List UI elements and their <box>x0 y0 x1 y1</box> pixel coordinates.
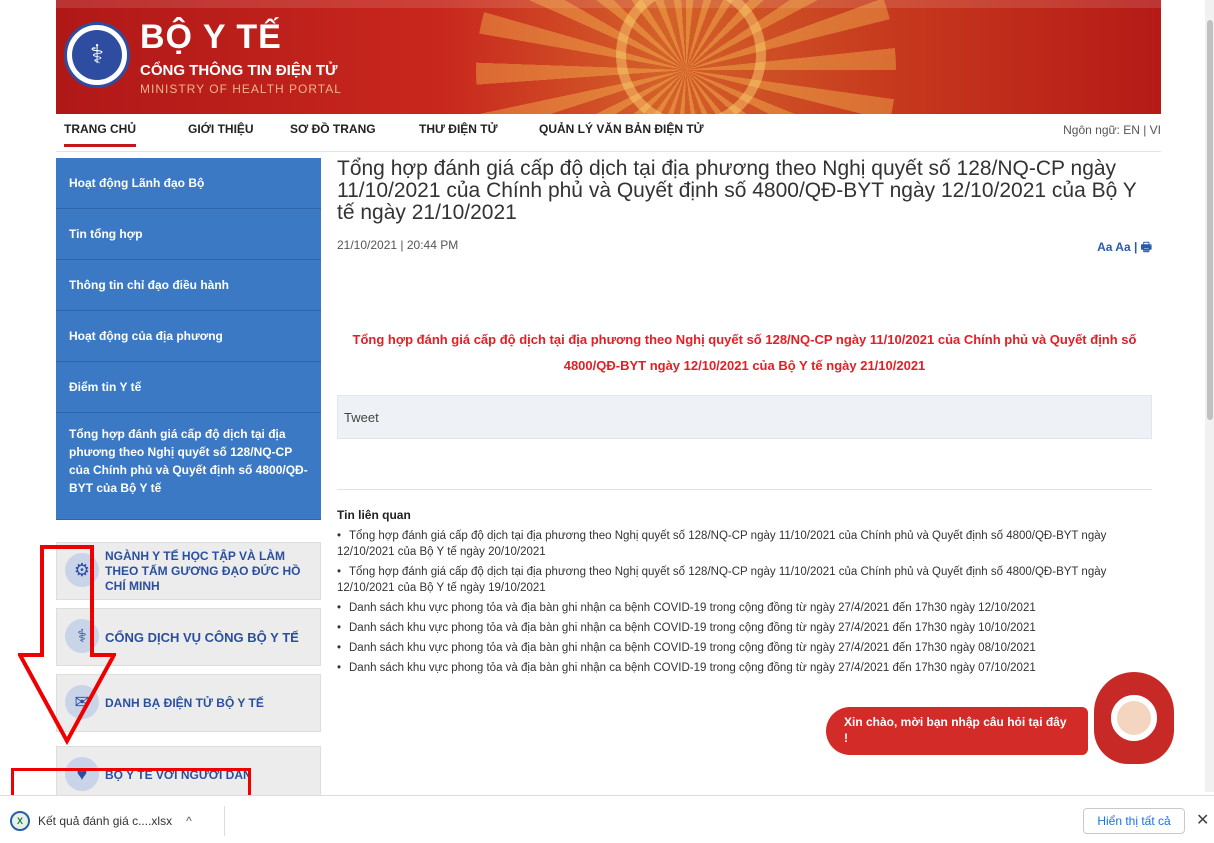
article-lead: Tổng hợp đánh giá cấp độ dịch tại địa ph… <box>352 332 1137 373</box>
related-item[interactable]: • Danh sách khu vực phong tỏa và địa bàn … <box>337 660 1152 676</box>
chat-prompt-bubble[interactable]: Xin chào, mời bạn nhập câu hỏi tại đây ! <box>826 707 1088 755</box>
sidebar-item-directives[interactable]: Thông tin chỉ đạo điều hành <box>56 260 321 311</box>
drum-ring-decoration <box>616 0 766 114</box>
caduceus-icon: ⚕ <box>72 30 122 80</box>
header-banner[interactable]: ⚕ BỘ Y TẾ CỔNG THÔNG TIN ĐIỆN TỬ MINISTR… <box>56 0 1161 114</box>
nav-about[interactable]: GIỚI THIỆU <box>188 122 254 136</box>
sidebar-item-epidemic-assessment[interactable]: Tổng hợp đánh giá cấp độ dịch tại địa ph… <box>56 413 321 520</box>
site-english-name: MINISTRY OF HEALTH PORTAL <box>140 82 342 96</box>
close-icon[interactable]: ✕ <box>1196 810 1209 830</box>
related-item[interactable]: • Danh sách khu vực phong tỏa và địa bàn … <box>337 620 1152 636</box>
sidebar-item-local-activities[interactable]: Hoạt động của địa phương <box>56 311 321 362</box>
download-item[interactable]: X Kết quả đánh giá c....xlsx ^ <box>10 806 225 836</box>
site-title: BỘ Y TẾ <box>140 18 282 56</box>
tweet-button[interactable]: Tweet <box>344 410 379 425</box>
banner-label: NGÀNH Y TẾ HỌC TẬP VÀ LÀM THEO TẤM GƯƠNG… <box>105 548 301 593</box>
related-item[interactable]: • Danh sách khu vực phong tỏa và địa bàn … <box>337 600 1152 616</box>
related-heading: Tin liên quan <box>337 508 411 522</box>
doctor-avatar-icon <box>1111 695 1157 741</box>
language-switcher[interactable]: Ngôn ngữ: EN | VI <box>1063 123 1161 137</box>
excel-file-icon: X <box>10 811 30 831</box>
divider <box>337 489 1152 490</box>
sidebar-menu: Hoạt động Lãnh đạo Bộ Tin tổng hợp Thông… <box>56 158 321 520</box>
nav-email[interactable]: THƯ ĐIỆN TỬ <box>419 122 498 136</box>
chat-assistant-avatar[interactable] <box>1094 672 1174 764</box>
site-subtitle: CỔNG THÔNG TIN ĐIỆN TỬ <box>140 62 338 79</box>
article-tools: Aa Aa | 🖶 <box>1097 238 1152 259</box>
sidebar-item-health-bulletin[interactable]: Điểm tin Y tế <box>56 362 321 413</box>
show-all-downloads-button[interactable]: Hiển thị tất cả <box>1083 808 1185 834</box>
chevron-up-icon[interactable]: ^ <box>186 814 192 828</box>
article-title: Tổng hợp đánh giá cấp độ dịch tại địa ph… <box>337 157 1137 224</box>
article-meta: 21/10/2021 | 20:44 PM Aa Aa | 🖶 <box>337 238 1152 259</box>
sidebar-item-news-summary[interactable]: Tin tổng hợp <box>56 209 321 260</box>
article-date: 21/10/2021 | 20:44 PM <box>337 238 459 252</box>
sidebar-item-leadership[interactable]: Hoạt động Lãnh đạo Bộ <box>56 158 321 209</box>
nav-home[interactable]: TRANG CHỦ <box>64 122 136 147</box>
banner-label: CỔNG DỊCH VỤ CÔNG BỘ Y TẾ <box>105 629 299 645</box>
annotation-down-arrow-icon <box>18 545 116 745</box>
tweet-box: Tweet <box>337 395 1152 439</box>
related-item[interactable]: • Tổng hợp đánh giá cấp độ dịch tại địa p… <box>337 528 1152 560</box>
print-icon[interactable]: 🖶 <box>1141 240 1152 254</box>
nav-document-management[interactable]: QUẢN LÝ VĂN BẢN ĐIỆN TỬ <box>539 122 704 136</box>
article-main: Tổng hợp đánh giá cấp độ dịch tại địa ph… <box>337 158 1152 680</box>
download-file-name: Kết quả đánh giá c....xlsx <box>38 814 173 828</box>
download-bar: X Kết quả đánh giá c....xlsx ^ <box>0 795 1214 843</box>
nav-sitemap[interactable]: SƠ ĐỒ TRANG <box>290 122 376 136</box>
related-list: • Tổng hợp đánh giá cấp độ dịch tại địa p… <box>337 528 1152 676</box>
font-size-controls[interactable]: Aa Aa | <box>1097 240 1137 254</box>
scrollbar-thumb[interactable] <box>1207 20 1213 420</box>
ministry-logo[interactable]: ⚕ <box>64 22 130 88</box>
banner-label: DANH BẠ ĐIỆN TỬ BỘ Y TẾ <box>105 695 264 710</box>
related-item[interactable]: • Tổng hợp đánh giá cấp độ dịch tại địa p… <box>337 564 1152 596</box>
related-item[interactable]: • Danh sách khu vực phong tỏa và địa bàn … <box>337 640 1152 656</box>
main-nav: TRANG CHỦ GIỚI THIỆU SƠ ĐỒ TRANG THƯ ĐIỆ… <box>56 116 1161 152</box>
